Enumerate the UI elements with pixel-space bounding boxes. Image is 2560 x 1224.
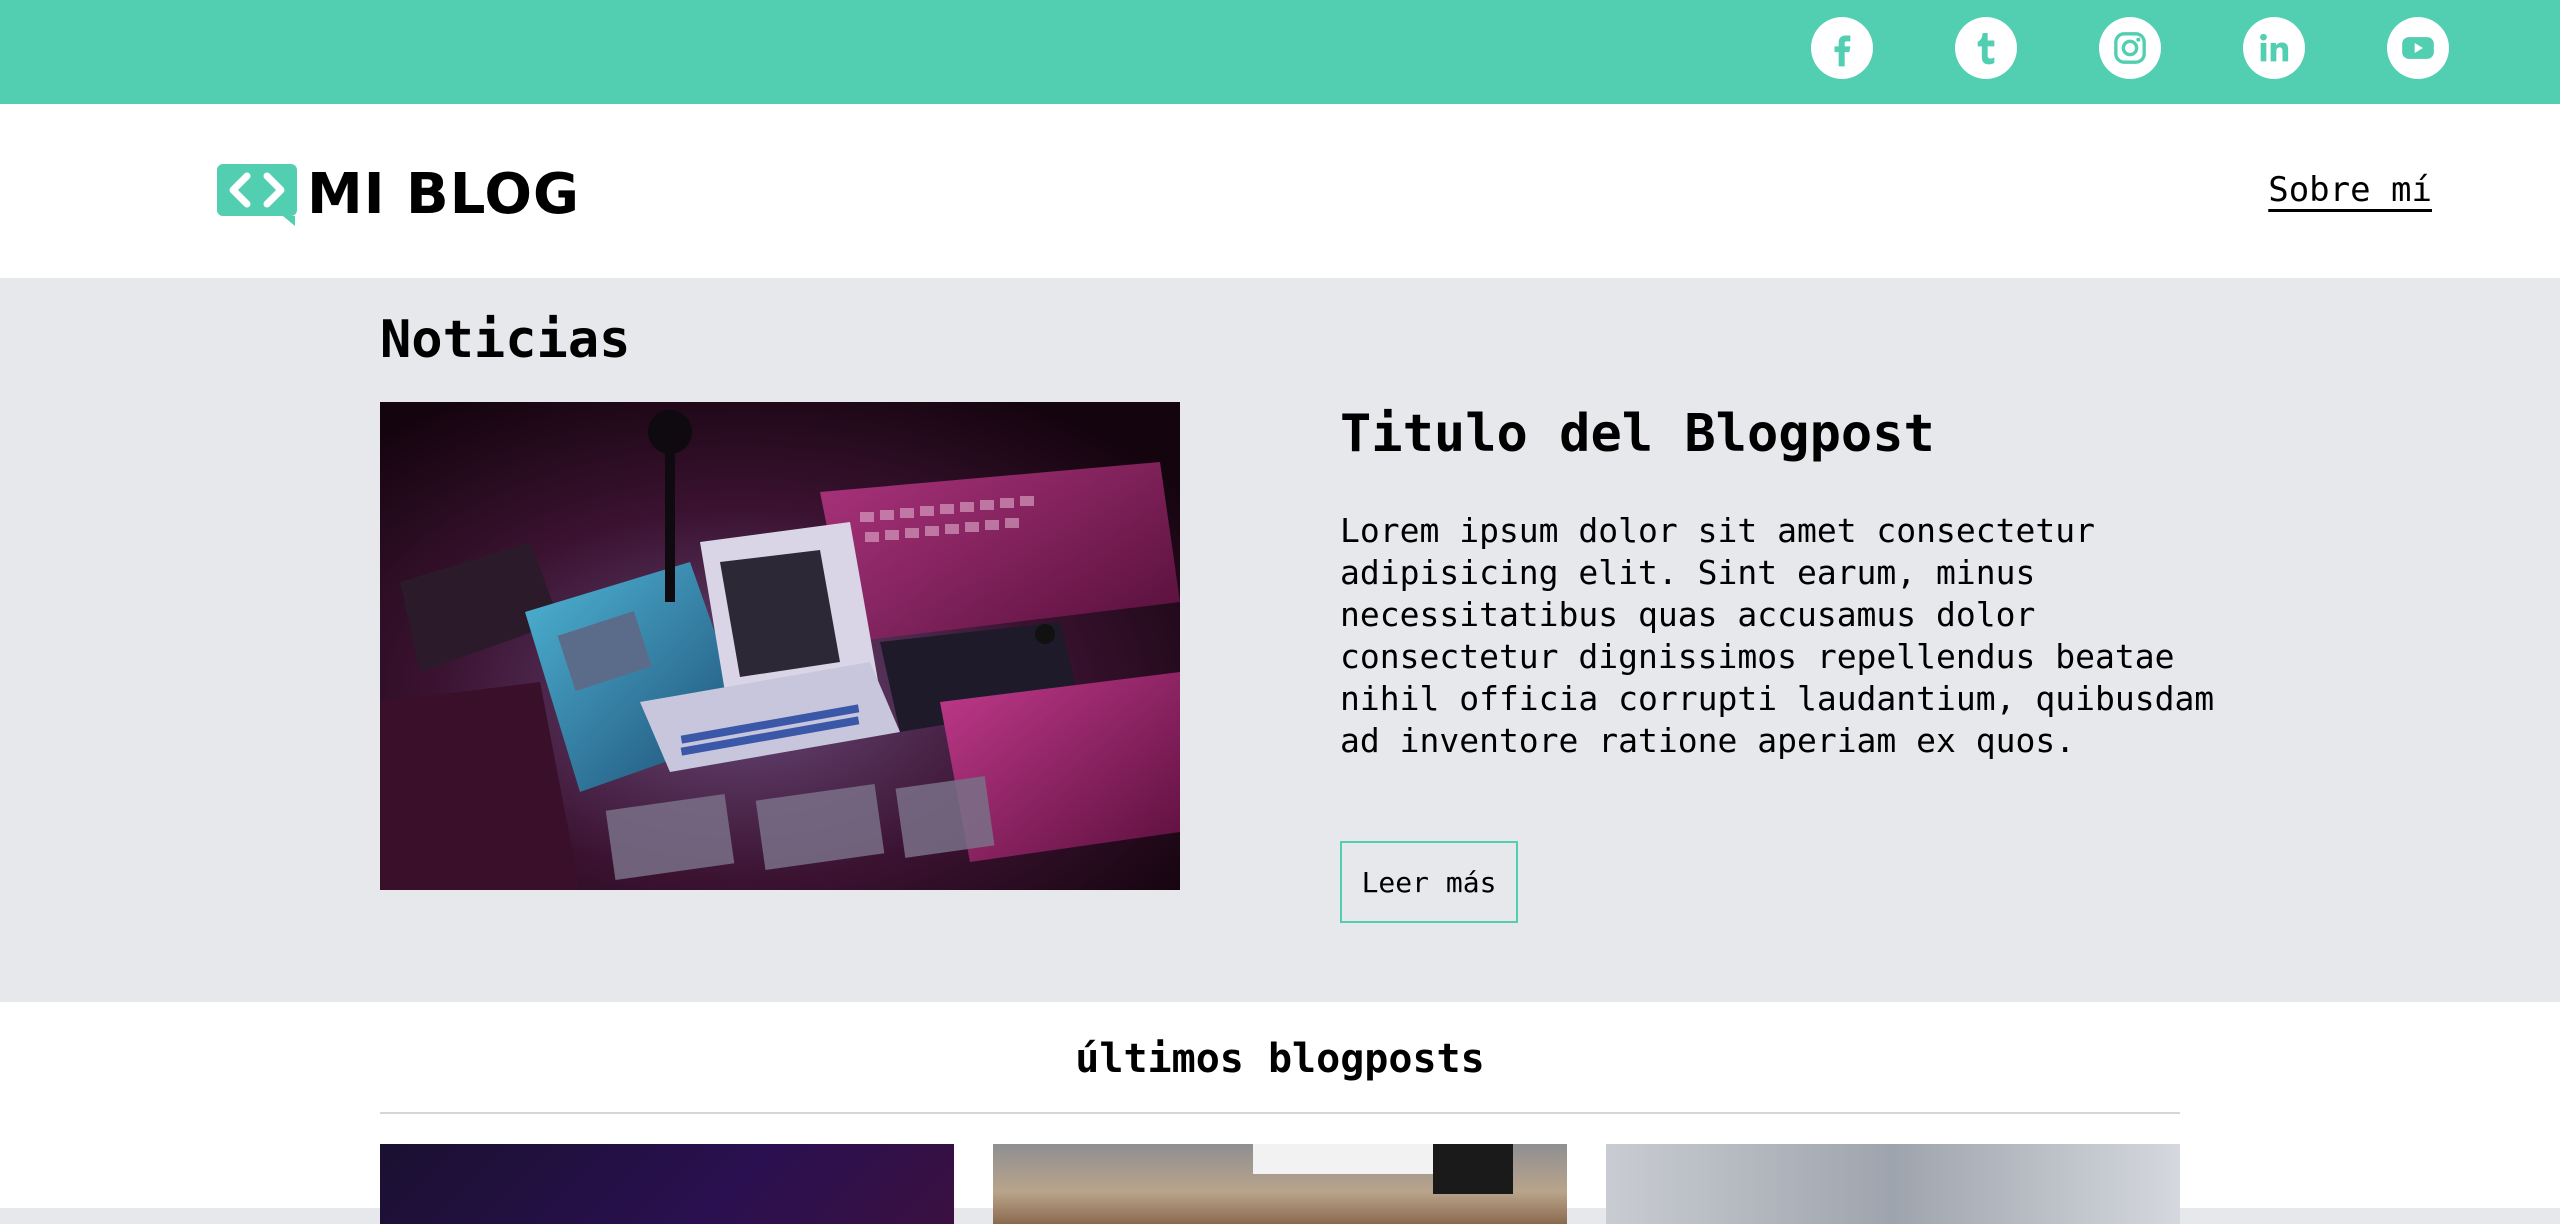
logo-text: MI BLOG — [307, 162, 580, 227]
post-card-image[interactable] — [993, 1144, 1567, 1224]
social-bar — [0, 0, 2560, 104]
instagram-icon[interactable] — [2099, 17, 2161, 79]
post-card-image[interactable] — [380, 1144, 954, 1224]
linkedin-icon[interactable] — [2243, 17, 2305, 79]
post-excerpt: Lorem ipsum dolor sit amet consectetur a… — [1340, 511, 2215, 760]
site-header: MI BLOG Sobre mí — [0, 104, 2560, 278]
divider — [380, 1112, 2180, 1114]
facebook-icon[interactable] — [1811, 17, 1873, 79]
featured-post-image — [380, 402, 1180, 890]
section-title: últimos blogposts — [1075, 1036, 1485, 1082]
youtube-icon[interactable] — [2387, 17, 2449, 79]
news-section: Noticias Titulo del Blogpost Lorem ipsum… — [0, 278, 2560, 1002]
code-bubble-icon — [217, 164, 297, 226]
read-more-button[interactable]: Leer más — [1340, 841, 1518, 923]
post-title: Titulo del Blogpost — [1340, 404, 1935, 464]
latest-posts-section: últimos blogposts — [0, 1002, 2560, 1224]
site-logo[interactable]: MI BLOG — [217, 164, 580, 226]
section-title: Noticias — [380, 310, 631, 370]
post-card-image[interactable] — [1606, 1144, 2180, 1224]
tumblr-icon[interactable] — [1955, 17, 2017, 79]
nav-about-link[interactable]: Sobre mí — [2268, 170, 2432, 210]
